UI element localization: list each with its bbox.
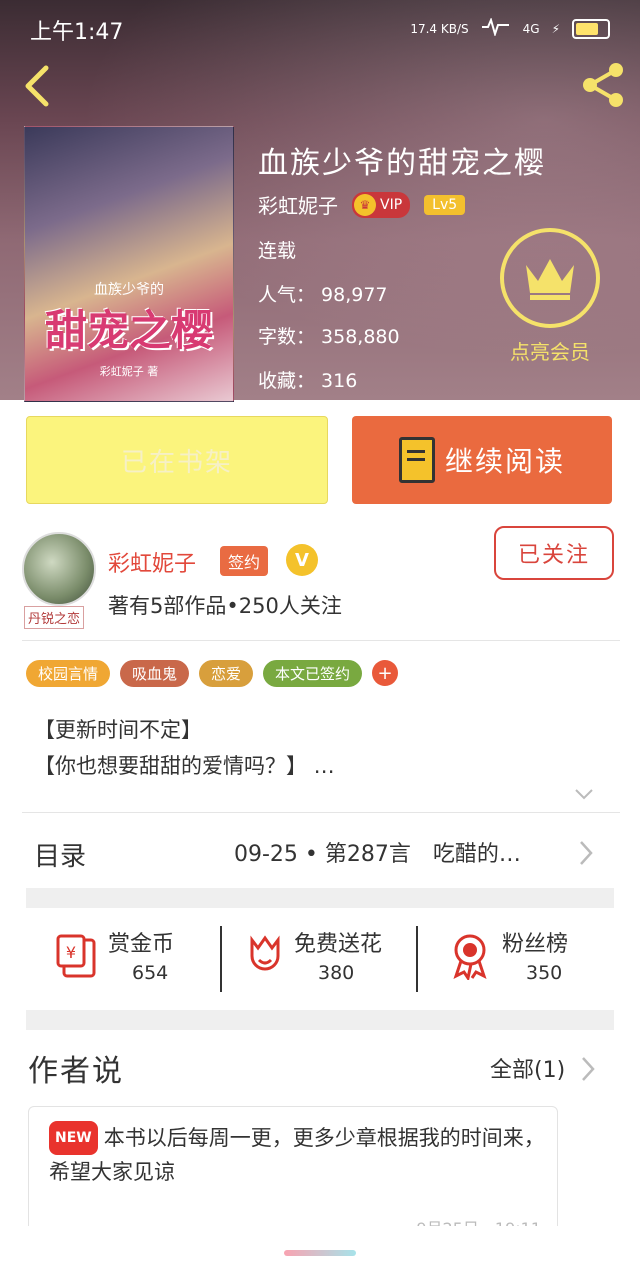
book-cover[interactable]: 血族少爷的 甜宠之樱 彩虹妮子 著	[24, 126, 234, 402]
avatar-tag: 丹锐之恋	[24, 606, 85, 629]
verified-badge: V	[286, 544, 318, 576]
chevron-left-icon	[25, 65, 49, 107]
tag-item[interactable]: 校园言情	[26, 660, 111, 687]
home-indicator[interactable]	[284, 1250, 356, 1256]
crown-icon	[526, 259, 574, 300]
tag-item[interactable]: 吸血鬼	[120, 660, 190, 687]
book-author[interactable]: 彩虹妮子	[258, 190, 338, 219]
author-say-title: 作者说	[28, 1054, 124, 1089]
latest-chapter[interactable]: 09-25 • 第287言 吃醋的…	[234, 836, 521, 868]
network-speed: 17.4 KB/S	[410, 21, 469, 36]
toc-label[interactable]: 目录	[34, 836, 86, 873]
section-gap	[26, 1010, 614, 1030]
stat-value: 654	[132, 962, 169, 984]
add-tag-button[interactable]: +	[372, 660, 399, 686]
network-type: 4G	[522, 21, 540, 36]
vip-label: VIP	[380, 196, 403, 213]
free-flowers[interactable]: 免费送花 380	[240, 926, 430, 992]
award-ribbon-icon	[453, 934, 487, 980]
author-say-all[interactable]: 全部(1)	[490, 1052, 565, 1084]
divider	[22, 812, 620, 813]
flower-icon	[250, 935, 280, 971]
in-shelf-button[interactable]: 已在书架	[26, 416, 328, 504]
stat-label: 粉丝榜	[502, 932, 569, 957]
battery-icon	[572, 18, 610, 39]
stat-value: 350	[526, 962, 563, 984]
share-icon	[583, 63, 623, 107]
chevron-down-icon	[575, 789, 593, 800]
tag-list: 校园言情 吸血鬼 恋爱 本文已签约 +	[26, 660, 399, 687]
level-badge: Lv5	[424, 194, 466, 215]
fans-ranking[interactable]: 粉丝榜 350	[448, 926, 638, 992]
svg-text:¥: ¥	[66, 943, 76, 962]
cover-subtitle: 血族少爷的	[94, 282, 164, 298]
tag-item[interactable]: 恋爱	[199, 660, 254, 687]
charging-icon: ⚡	[551, 21, 560, 36]
intro-line: 【更新时间不定】	[34, 718, 202, 742]
book-author-row: 彩虹妮子 ♛ VIP Lv5	[258, 190, 466, 219]
reward-coins[interactable]: ¥ 赏金币 654	[54, 926, 244, 992]
author-say-text: 本书以后每周一更，更多少章根据我的时间来，希望大家见谅	[49, 1126, 545, 1184]
stat-label: 免费送花	[294, 932, 383, 957]
author-say-text-block: NEW 本书以后每周一更，更多少章根据我的时间来，希望大家见谅	[49, 1121, 549, 1189]
cover-title: 甜宠之樱	[44, 306, 213, 355]
member-button[interactable]: 点亮会员	[500, 228, 600, 364]
tag-item[interactable]: 本文已签约	[263, 660, 363, 687]
collection-count: 收藏： 316	[258, 370, 358, 392]
red-envelope-icon: ¥	[56, 934, 96, 978]
cover-author: 彩虹妮子 著	[99, 365, 159, 378]
book-title: 血族少爷的甜宠之樱	[258, 146, 546, 181]
status-time: 上午1:47	[30, 20, 124, 45]
continue-reading-label: 继续阅读	[444, 445, 565, 478]
intro-line: 【你也想要甜甜的爱情吗？】 …	[34, 754, 335, 778]
chevron-right-icon	[580, 841, 593, 865]
member-ring	[500, 228, 600, 328]
divider	[22, 640, 620, 641]
share-button[interactable]	[578, 60, 628, 110]
back-button[interactable]	[18, 64, 58, 108]
book-intro[interactable]: 【更新时间不定】 【你也想要甜甜的爱情吗？】 …	[34, 712, 335, 784]
toc-arrow[interactable]	[578, 840, 594, 870]
new-badge: NEW	[49, 1121, 98, 1155]
author-stats: 著有5部作品•250人关注	[108, 594, 342, 618]
signed-badge: 签约	[220, 546, 269, 576]
stat-separator	[220, 926, 222, 992]
author-say-arrow[interactable]	[580, 1056, 596, 1086]
follow-button[interactable]: 已关注	[494, 526, 614, 580]
stat-value: 380	[318, 962, 355, 984]
author-name[interactable]: 彩虹妮子	[108, 546, 196, 578]
section-gap	[26, 888, 614, 908]
serial-status: 连载	[258, 240, 297, 262]
popularity: 人气： 98,977	[258, 284, 388, 306]
expand-intro-button[interactable]	[574, 784, 594, 804]
continue-reading-button[interactable]: 继续阅读	[352, 416, 612, 504]
author-avatar[interactable]	[22, 532, 96, 606]
book-icon	[398, 437, 435, 483]
member-label: 点亮会员	[510, 340, 590, 364]
stat-label: 赏金币	[108, 932, 175, 957]
word-count: 字数： 358,880	[258, 326, 400, 348]
signal-icon	[481, 17, 511, 39]
vip-badge: ♛ VIP	[352, 191, 411, 218]
status-icons: 17.4 KB/S 4G ⚡	[410, 17, 610, 39]
chevron-right-icon	[582, 1057, 595, 1081]
stat-separator	[416, 926, 418, 992]
crown-icon: ♛	[354, 193, 376, 216]
status-bar: 上午1:47 17.4 KB/S 4G ⚡	[0, 0, 640, 52]
